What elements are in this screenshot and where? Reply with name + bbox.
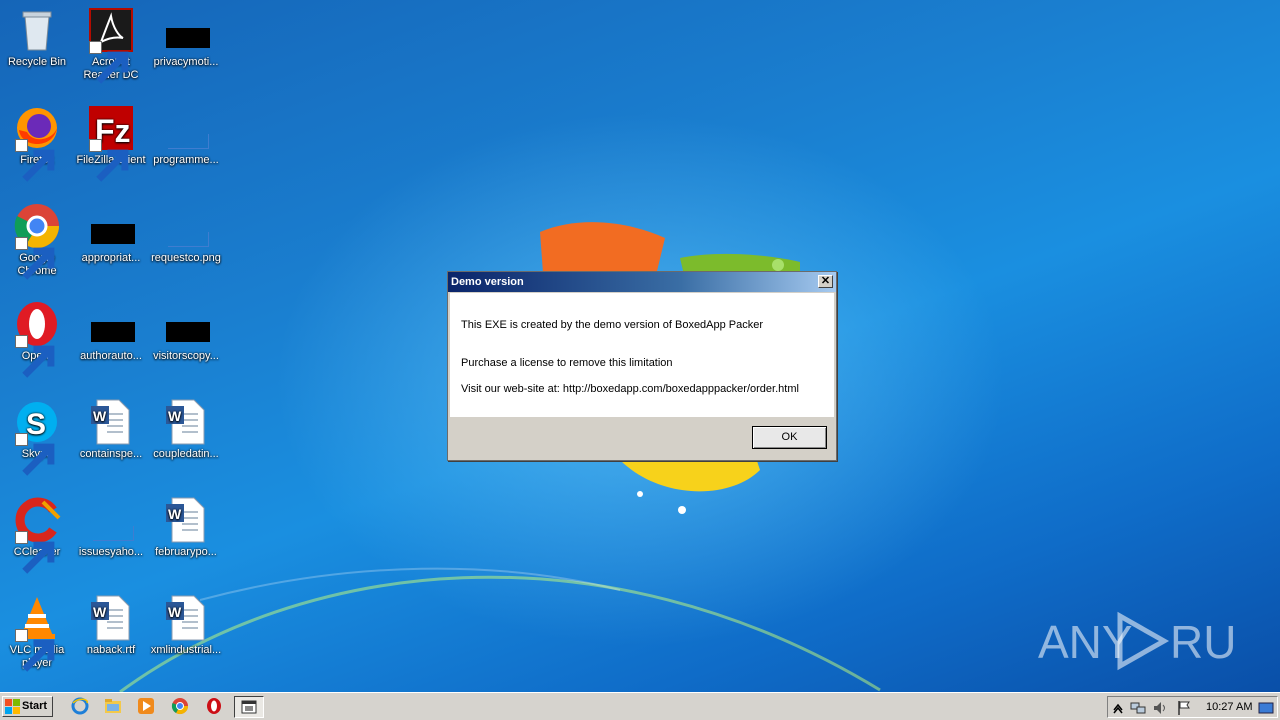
recycle-bin-icon — [13, 6, 61, 54]
desktop-icon-label: coupledatin... — [153, 448, 219, 460]
desktop-icon[interactable]: Acrobat Reader DC — [74, 6, 148, 84]
show-desktop-icon[interactable] — [1258, 700, 1274, 716]
dialog-message-line-3: Visit our web-site at: http://boxedapp.c… — [461, 383, 799, 395]
active-task-button[interactable] — [234, 696, 264, 718]
network-icon[interactable] — [1130, 700, 1146, 716]
acrobat-reader-icon — [87, 6, 135, 84]
desktop-icon[interactable]: Wcoupledatin... — [149, 398, 223, 461]
dialog-close-button[interactable]: ✕ — [818, 275, 833, 288]
word-doc-icon: W — [87, 594, 135, 642]
ccleaner-icon — [13, 496, 61, 574]
taskbar: Start 10:27 AM — [0, 692, 1280, 720]
blank-file-icon — [162, 104, 210, 152]
dialog-titlebar[interactable]: Demo version ✕ — [448, 272, 836, 292]
dialog-message-line-2: Purchase a license to remove this limita… — [461, 357, 673, 369]
volume-icon[interactable] — [1152, 700, 1168, 716]
clock[interactable]: 10:27 AM — [1206, 701, 1252, 713]
desktop-icon-label: privacymoti... — [153, 56, 219, 68]
desktop-icon-label: appropriat... — [81, 252, 141, 264]
internet-explorer-icon[interactable] — [71, 697, 89, 715]
dialog-message-area: This EXE is created by the demo version … — [450, 293, 834, 417]
desktop-icon[interactable]: programme... — [149, 104, 223, 167]
svg-text:W: W — [93, 604, 107, 620]
desktop-icon[interactable]: privacymoti... — [149, 6, 223, 69]
start-label: Start — [22, 700, 48, 712]
windows-flag-icon — [5, 699, 20, 714]
filezilla-icon: Fz — [87, 104, 135, 182]
word-doc-icon: W — [162, 594, 210, 642]
firefox-icon — [13, 104, 61, 182]
svg-text:W: W — [168, 604, 182, 620]
desktop-icon[interactable]: Firefox — [0, 104, 74, 182]
desktop-icon-label: visitorscopy... — [153, 350, 219, 362]
redacted-file-icon — [87, 300, 135, 348]
word-doc-icon: W — [162, 398, 210, 446]
word-doc-icon: W — [87, 398, 135, 446]
desktop-icon[interactable]: requestco.png — [149, 202, 223, 265]
chrome-icon — [13, 202, 61, 280]
action-center-flag-icon[interactable] — [1176, 700, 1192, 716]
system-tray: 10:27 AM — [1107, 696, 1278, 718]
desktop-icon[interactable]: appropriat... — [74, 202, 148, 265]
svg-text:W: W — [168, 506, 182, 522]
desktop-icon-label: programme... — [153, 154, 219, 166]
skype-icon: S — [13, 398, 61, 476]
svg-text:RUN: RUN — [1170, 616, 1238, 668]
dialog-message-line-1: This EXE is created by the demo version … — [461, 319, 764, 331]
dialog-title: Demo version — [451, 276, 524, 288]
svg-text:W: W — [168, 408, 182, 424]
blank-file-icon — [162, 202, 210, 250]
word-doc-icon: W — [162, 496, 210, 544]
redacted-file-icon — [162, 300, 210, 348]
redacted-file-icon — [162, 6, 210, 54]
svg-text:W: W — [93, 408, 107, 424]
media-player-icon[interactable] — [137, 697, 155, 715]
desktop-icon[interactable]: Wxmlindustrial... — [149, 594, 223, 657]
app-window-icon — [241, 700, 257, 714]
desktop-icon[interactable]: Wcontainspe... — [74, 398, 148, 461]
redacted-file-icon — [87, 202, 135, 250]
desktop-icon-label: naback.rtf — [86, 644, 136, 656]
opera-icon[interactable] — [205, 697, 223, 715]
desktop-icon[interactable]: VLC media player — [0, 594, 74, 672]
folder-icon[interactable] — [104, 697, 122, 715]
desktop-icon[interactable]: Wnaback.rtf — [74, 594, 148, 657]
demo-version-dialog: Demo version ✕ This EXE is created by th… — [447, 271, 837, 461]
desktop-icon-label: containspe... — [79, 448, 143, 460]
desktop-icon[interactable]: Wfebruarypo... — [149, 496, 223, 559]
desktop-icon-label: requestco.png — [151, 252, 221, 264]
desktop-icon[interactable]: S Skype — [0, 398, 74, 476]
desktop-icon-label: februarypo... — [155, 546, 217, 558]
start-button[interactable]: Start — [2, 696, 53, 717]
desktop-icon-label: Recycle Bin — [7, 56, 67, 68]
desktop-icon[interactable]: Opera — [0, 300, 74, 378]
opera-icon — [13, 300, 61, 378]
desktop-icon-label: issuesyaho... — [78, 546, 144, 558]
desktop-icon[interactable]: CCleaner — [0, 496, 74, 574]
desktop-icon[interactable]: Google Chrome — [0, 202, 74, 280]
chrome-icon[interactable] — [171, 697, 189, 715]
blank-file-icon — [87, 496, 135, 544]
desktop-icon-label: authorauto... — [80, 350, 142, 362]
vlc-icon — [13, 594, 61, 672]
anyrun-watermark: ANY RUN — [1038, 611, 1238, 671]
ok-button[interactable]: OK — [752, 426, 827, 449]
desktop-icon[interactable]: Fz FileZilla Client — [74, 104, 148, 182]
desktop-icon[interactable]: issuesyaho... — [74, 496, 148, 559]
desktop-icon[interactable]: authorauto... — [74, 300, 148, 363]
show-hidden-icons-icon[interactable] — [1110, 700, 1126, 716]
desktop-icon-label: xmlindustrial... — [150, 644, 222, 656]
desktop-icon[interactable]: Recycle Bin — [0, 6, 74, 69]
desktop-icon[interactable]: visitorscopy... — [149, 300, 223, 363]
